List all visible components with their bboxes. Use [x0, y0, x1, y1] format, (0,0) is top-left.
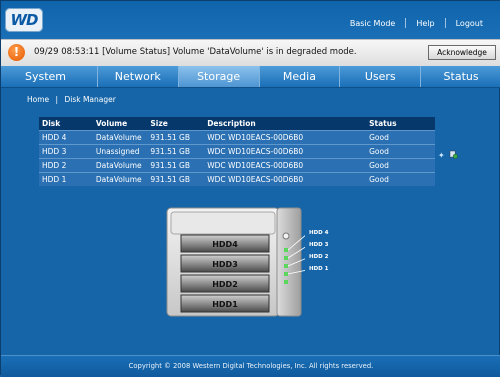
breadcrumb-separator: |	[55, 95, 59, 104]
led-label-hdd4: HDD 4	[309, 230, 329, 236]
breadcrumb-home[interactable]: Home	[27, 95, 49, 104]
cell-disk: HDD 2	[39, 158, 93, 173]
wand-icon[interactable]: ✦	[438, 151, 445, 160]
table-row[interactable]: HDD 2 DataVolume 931.51 GB WDC WD10EACS-…	[39, 158, 435, 173]
cell-description: WDC WD10EACS-00D6B0	[204, 158, 367, 173]
alert-message: 09/29 08:53:11 [Volume Status] Volume 'D…	[34, 47, 357, 57]
cell-status: Good	[366, 144, 435, 159]
column-header-volume: Volume	[92, 117, 148, 131]
cell-disk: HDD 3	[39, 144, 93, 159]
cell-volume: DataVolume	[92, 158, 148, 173]
breadcrumb: Home | Disk Manager	[27, 95, 116, 104]
led-label-hdd1: HDD 1	[309, 266, 329, 272]
led-label-hdd2: HDD 2	[309, 254, 329, 260]
bay-label-hdd2: HDD2	[212, 280, 238, 289]
top-nav: Basic Mode Help Logout	[350, 18, 483, 28]
cell-volume: DataVolume	[92, 130, 148, 145]
tab-media[interactable]: Media	[258, 66, 340, 87]
row-actions: ✦	[438, 150, 460, 160]
cell-size: 931.51 GB	[147, 172, 205, 186]
disk-tool-icon[interactable]	[449, 150, 458, 159]
cell-volume: Unassigned	[92, 144, 148, 159]
cell-disk: HDD 1	[39, 172, 93, 186]
tab-users[interactable]: Users	[339, 66, 420, 87]
cell-volume: DataVolume	[92, 172, 148, 186]
main-tabs: System Network Storage Media Users Statu…	[1, 66, 500, 88]
column-header-disk: Disk	[39, 117, 93, 131]
cell-description: WDC WD10EACS-00D6B0	[204, 130, 367, 145]
help-link[interactable]: Help	[416, 19, 434, 28]
tab-status[interactable]: Status	[420, 66, 500, 87]
wd-logo: WD	[5, 8, 43, 32]
nav-divider	[405, 18, 407, 28]
nas-device-illustration: HDD4 HDD3 HDD2 HDD1	[166, 207, 305, 317]
basic-mode-link[interactable]: Basic Mode	[350, 19, 396, 28]
app-frame: WD Basic Mode Help Logout ! 09/29 08:53:…	[0, 0, 500, 377]
tab-system[interactable]: System	[1, 66, 97, 87]
cell-description: WDC WD10EACS-00D6B0	[204, 172, 367, 186]
bay-label-hdd3: HDD3	[212, 260, 238, 269]
table-row[interactable]: HDD 3 Unassigned 931.51 GB WDC WD10EACS-…	[39, 144, 435, 159]
bay-label-hdd4: HDD4	[212, 240, 238, 249]
tab-network[interactable]: Network	[96, 66, 178, 87]
alert-bar: ! 09/29 08:53:11 [Volume Status] Volume …	[1, 39, 500, 67]
cell-description: WDC WD10EACS-00D6B0	[204, 144, 367, 159]
cell-size: 931.51 GB	[147, 158, 205, 173]
cell-size: 931.51 GB	[147, 144, 205, 159]
column-header-description: Description	[204, 117, 367, 131]
logout-link[interactable]: Logout	[456, 19, 483, 28]
table-row[interactable]: HDD 1 DataVolume 931.51 GB WDC WD10EACS-…	[39, 172, 435, 186]
footer-copyright: Copyright © 2008 Western Digital Technol…	[1, 355, 500, 377]
cell-status: Good	[366, 172, 435, 186]
cell-size: 931.51 GB	[147, 130, 205, 145]
cell-disk: HDD 4	[39, 130, 93, 145]
bay-label-hdd1: HDD1	[212, 300, 238, 309]
tab-storage[interactable]: Storage	[177, 66, 259, 87]
warning-icon: !	[8, 44, 25, 61]
led-labels: HDD 4 HDD 3 HDD 2 HDD 1	[309, 227, 328, 275]
disk-table: Disk Volume Size Description Status HDD …	[39, 117, 435, 186]
cell-status: Good	[366, 130, 435, 145]
table-header-row: Disk Volume Size Description Status	[39, 117, 435, 131]
breadcrumb-current: Disk Manager	[64, 95, 116, 104]
led-label-hdd3: HDD 3	[309, 242, 329, 248]
header-bar: WD Basic Mode Help Logout	[1, 1, 500, 39]
column-header-size: Size	[147, 117, 205, 131]
acknowledge-button[interactable]: Acknowledge	[428, 45, 496, 60]
logo-text: WD	[10, 11, 39, 29]
nav-divider	[444, 18, 446, 28]
column-header-status: Status	[366, 117, 435, 131]
table-row[interactable]: HDD 4 DataVolume 931.51 GB WDC WD10EACS-…	[39, 130, 435, 145]
cell-status: Good	[366, 158, 435, 173]
